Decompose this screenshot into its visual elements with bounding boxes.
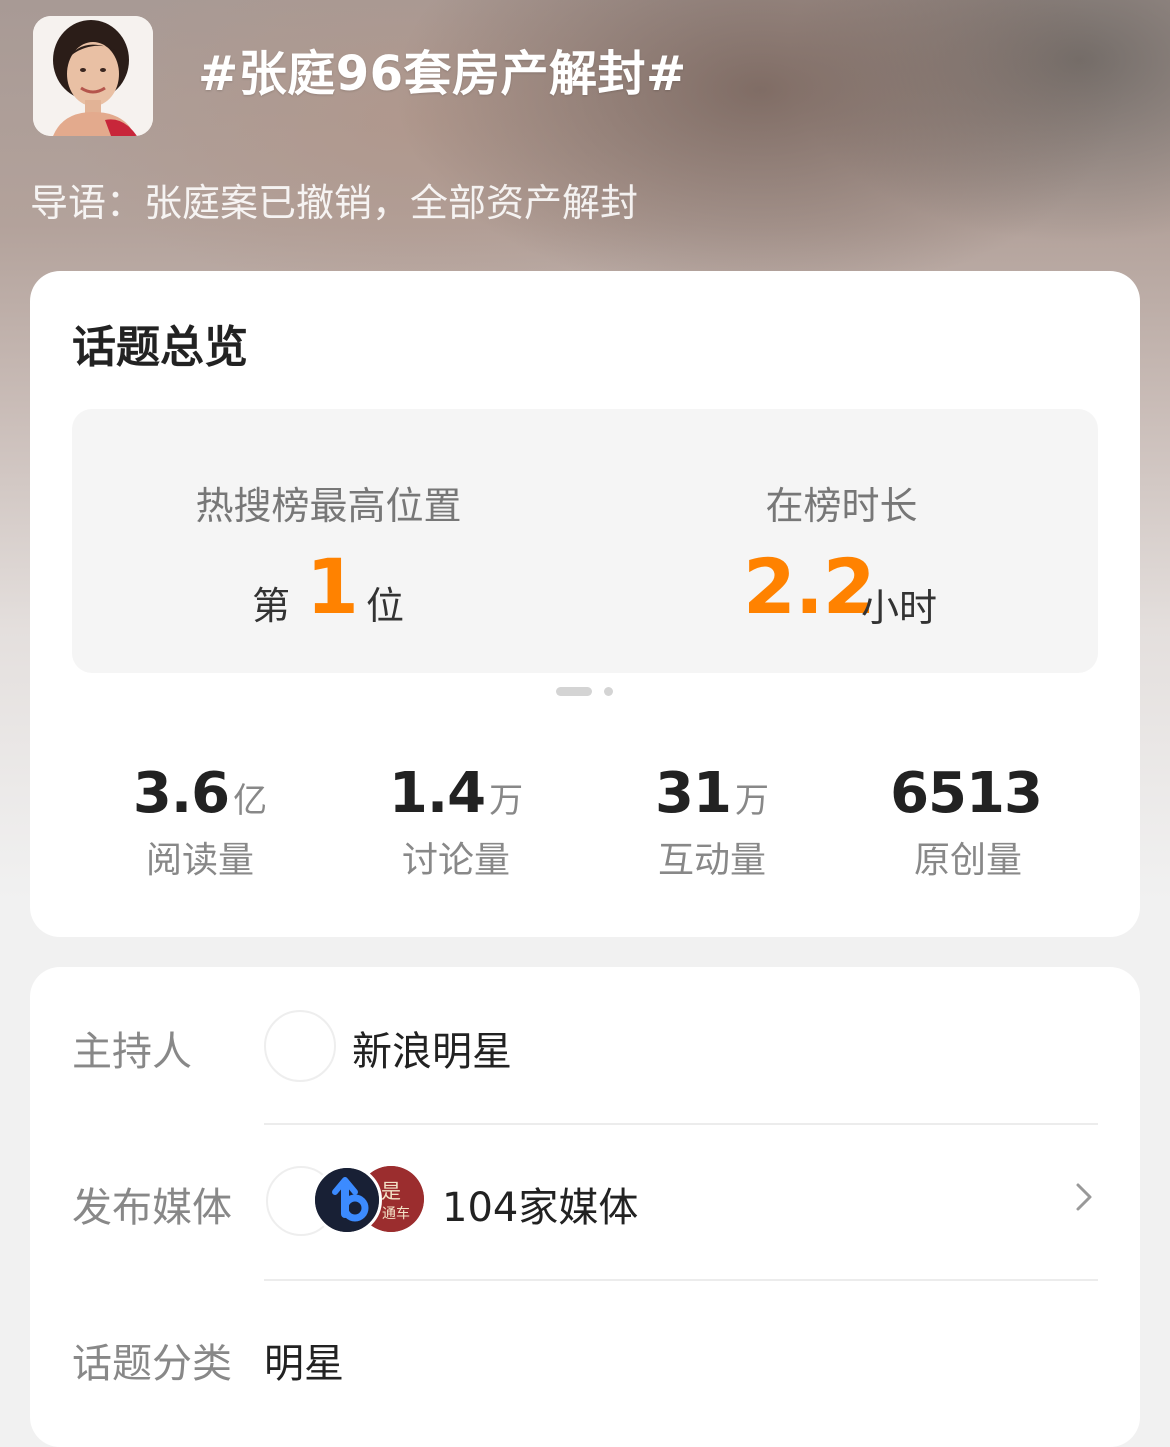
topic-lead: 导语：张庭案已撤销，全部资产解封 (30, 181, 639, 225)
rank-value: 1 (306, 542, 359, 631)
media-label: 发布媒体 (72, 1185, 232, 1231)
svg-text:是: 是 (381, 1179, 401, 1203)
hot-rank-label: 热搜榜最高位置 (195, 484, 462, 528)
host-label: 主持人 (72, 1029, 192, 1075)
stat-label: 阅读量 (145, 840, 254, 881)
stat-discussions: 1.4 万 讨论量 (328, 759, 584, 886)
topic-avatar[interactable] (33, 16, 153, 136)
stat-value: 3.6 (132, 761, 230, 826)
topic-overview-card: 话题总览 热搜榜最高位置 第 1 位 在榜时长 2.2 小时 3.6 亿 阅读量 … (30, 271, 1140, 937)
stat-label: 讨论量 (401, 840, 510, 881)
duration-unit: 小时 (861, 586, 938, 630)
rank-carousel[interactable]: 热搜榜最高位置 第 1 位 在榜时长 2.2 小时 (72, 409, 1098, 673)
stat-unit: 亿 (233, 781, 268, 821)
divider (264, 1123, 1098, 1125)
chevron-right-icon[interactable] (1066, 1179, 1102, 1215)
topic-title: #张庭96套房产解封# (198, 46, 687, 102)
duration-block: 在榜时长 2.2 小时 (585, 409, 1098, 673)
category-value[interactable]: 明星 (264, 1331, 344, 1389)
stat-value: 1.4 (388, 761, 486, 826)
duration-value: 2.2 (743, 542, 876, 631)
stat-interactions: 31 万 互动量 (584, 759, 840, 886)
rank-prefix: 第 (252, 584, 291, 628)
media-count[interactable]: 104家媒体 (442, 1175, 638, 1233)
rank-suffix: 位 (366, 584, 405, 628)
host-avatar[interactable] (264, 1010, 336, 1082)
topic-info-card: 主持人 新浪明星 发布媒体 是 通车 104家媒体 话题分类 明星 (30, 967, 1140, 1447)
stat-reads: 3.6 亿 阅读量 (72, 759, 328, 886)
svg-text:通车: 通车 (382, 1205, 410, 1222)
host-name[interactable]: 新浪明星 (352, 1019, 512, 1077)
category-label: 话题分类 (72, 1341, 232, 1387)
hot-rank-block: 热搜榜最高位置 第 1 位 (72, 409, 585, 673)
stat-label: 原创量 (913, 840, 1022, 881)
pager-dot (604, 687, 613, 696)
stat-unit: 万 (489, 781, 524, 821)
divider (264, 1279, 1098, 1281)
stat-label: 互动量 (657, 840, 766, 881)
stat-unit: 万 (734, 781, 769, 821)
stat-value: 6513 (890, 761, 1043, 826)
stat-value: 31 (655, 761, 732, 826)
stat-originals: 6513 原创量 (840, 759, 1096, 886)
carousel-pager (30, 687, 1140, 696)
pager-active (556, 687, 592, 696)
media-avatar (312, 1165, 382, 1235)
overview-title: 话题总览 (72, 322, 248, 373)
media-avatars[interactable]: 是 通车 (266, 1165, 426, 1236)
duration-label: 在榜时长 (765, 484, 918, 528)
